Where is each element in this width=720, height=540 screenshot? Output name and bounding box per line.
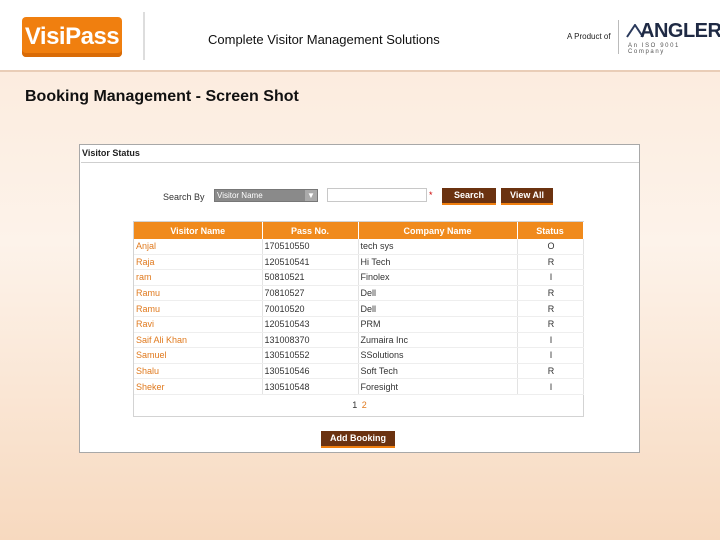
visitor-name-link[interactable]: Shalu [134, 363, 263, 380]
pass-number: 131008370 [262, 332, 359, 349]
company-name: Zumaira Inc [358, 332, 518, 349]
table-row[interactable]: Shalu 130510546 Soft Tech R [134, 363, 584, 380]
header-divider [143, 12, 145, 60]
visitor-name-link[interactable]: Raja [134, 254, 263, 271]
company-name: tech sys [358, 239, 518, 255]
visitor-name-link[interactable]: Saif Ali Khan [134, 332, 263, 349]
visitor-name-link[interactable]: Ramu [134, 300, 263, 317]
table-row[interactable]: Ramu 70010520 Dell R [134, 300, 584, 317]
company-name: PRM [358, 316, 518, 333]
pagination: 1 2 [80, 400, 639, 410]
header-divider-right [618, 20, 619, 54]
status-code: I [517, 378, 584, 395]
status-code: R [517, 363, 584, 380]
chevron-down-icon[interactable]: ▼ [305, 190, 317, 201]
visitor-table-container: Visitor Name Pass No. Company Name Statu… [133, 221, 584, 417]
visitor-status-panel: Visitor Status Search By Visitor Name ▼ … [79, 144, 640, 453]
angler-logo-subtitle: An ISO 9001 Company [628, 43, 680, 55]
page-current: 1 [352, 400, 358, 410]
status-code: I [517, 347, 584, 364]
search-by-selected-value: Visitor Name [217, 191, 263, 200]
table-row[interactable]: Anjal 170510550 tech sys O [134, 239, 584, 255]
required-mark: * [429, 190, 433, 200]
company-name: Dell [358, 285, 518, 302]
angler-logo-text: ANGLER [640, 20, 720, 42]
search-by-label: Search By [163, 192, 205, 202]
visitor-name-link[interactable]: Anjal [134, 239, 263, 255]
status-code: I [517, 332, 584, 349]
view-all-button[interactable]: View All [501, 188, 553, 205]
visitor-table: Visitor Name Pass No. Company Name Statu… [134, 222, 584, 395]
table-row[interactable]: Saif Ali Khan 131008370 Zumaira Inc I [134, 332, 584, 349]
panel-title: Visitor Status [81, 148, 639, 163]
search-input[interactable] [327, 188, 427, 202]
search-button[interactable]: Search [442, 188, 496, 205]
table-row[interactable]: Raja 120510541 Hi Tech R [134, 254, 584, 271]
company-name: Foresight [358, 378, 518, 395]
visipass-logo: VisiPass [22, 17, 122, 57]
status-code: R [517, 254, 584, 271]
table-row[interactable]: ram 50810521 Finolex I [134, 269, 584, 286]
pass-number: 130510548 [262, 378, 359, 395]
status-code: R [517, 300, 584, 317]
product-of-label: A Product of [567, 32, 611, 41]
visitor-name-link[interactable]: Ramu [134, 285, 263, 302]
column-header-company-name[interactable]: Company Name [358, 222, 518, 239]
page-title: Booking Management - Screen Shot [25, 88, 299, 105]
visitor-name-link[interactable]: ram [134, 269, 263, 286]
column-header-pass-no[interactable]: Pass No. [262, 222, 359, 239]
visitor-name-link[interactable]: Sheker [134, 378, 263, 395]
top-header: VisiPass Complete Visitor Management Sol… [0, 0, 720, 72]
company-name: Soft Tech [358, 363, 518, 380]
company-name: Dell [358, 300, 518, 317]
pass-number: 70010520 [262, 300, 359, 317]
table-row[interactable]: Sheker 130510548 Foresight I [134, 378, 584, 395]
header-tagline: Complete Visitor Management Solutions [208, 32, 440, 47]
pass-number: 170510550 [262, 239, 359, 255]
status-code: R [517, 316, 584, 333]
pass-number: 120510543 [262, 316, 359, 333]
visitor-name-link[interactable]: Samuel [134, 347, 263, 364]
pass-number: 130510552 [262, 347, 359, 364]
search-by-select[interactable]: Visitor Name ▼ [214, 189, 318, 202]
company-name: SSolutions [358, 347, 518, 364]
status-code: I [517, 269, 584, 286]
status-code: O [517, 239, 584, 255]
table-header-row: Visitor Name Pass No. Company Name Statu… [134, 222, 584, 239]
visitor-name-link[interactable]: Ravi [134, 316, 263, 333]
column-header-visitor-name[interactable]: Visitor Name [134, 222, 263, 239]
company-name: Finolex [358, 269, 518, 286]
page-link-2[interactable]: 2 [362, 400, 367, 410]
table-row[interactable]: Samuel 130510552 SSolutions I [134, 347, 584, 364]
table-row[interactable]: Ramu 70810527 Dell R [134, 285, 584, 302]
pass-number: 120510541 [262, 254, 359, 271]
pass-number: 70810527 [262, 285, 359, 302]
table-row[interactable]: Ravi 120510543 PRM R [134, 316, 584, 333]
status-code: R [517, 285, 584, 302]
add-booking-button[interactable]: Add Booking [321, 431, 395, 448]
pass-number: 130510546 [262, 363, 359, 380]
company-name: Hi Tech [358, 254, 518, 271]
column-header-status[interactable]: Status [517, 222, 584, 239]
pass-number: 50810521 [262, 269, 359, 286]
